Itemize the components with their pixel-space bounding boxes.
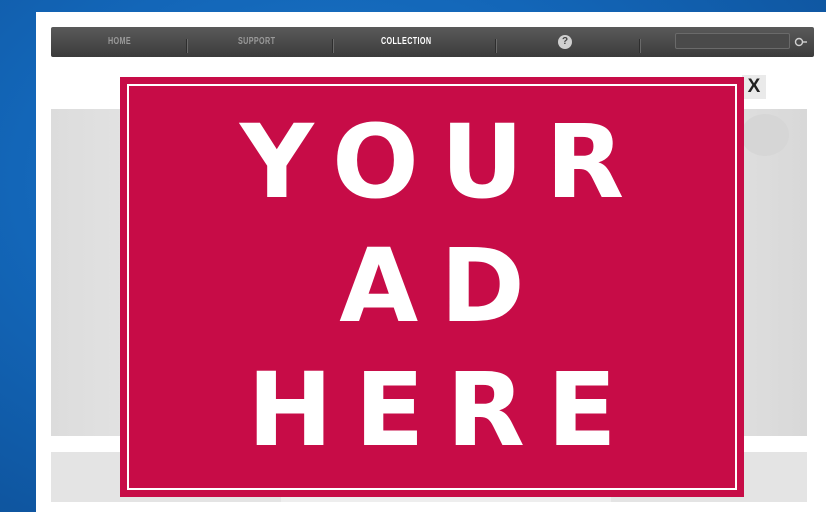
ad-popup[interactable]: YOUR AD HERE xyxy=(120,77,744,497)
hero-decoration xyxy=(741,114,789,156)
ad-inner-frame: YOUR AD HERE xyxy=(127,84,737,490)
nav-item-collection[interactable]: COLLECTION xyxy=(381,27,431,57)
nav-divider xyxy=(639,39,640,53)
ad-text-line: YOUR xyxy=(239,103,647,222)
ad-text-line: AD xyxy=(339,227,547,346)
nav-divider xyxy=(495,39,496,53)
ad-text-line: HERE xyxy=(247,351,639,470)
nav-item-support[interactable]: SUPPORT xyxy=(238,27,275,57)
top-navigation-bar: HOME SUPPORT COLLECTION ? xyxy=(51,27,814,57)
nav-item-home[interactable]: HOME xyxy=(108,27,131,57)
close-ad-button[interactable]: X xyxy=(742,75,766,99)
help-icon[interactable]: ? xyxy=(558,35,572,49)
nav-divider xyxy=(186,39,187,53)
website-page: HOME SUPPORT COLLECTION ? X YOUR AD HERE xyxy=(36,12,826,512)
search-icon[interactable] xyxy=(794,35,808,49)
search-input[interactable] xyxy=(675,33,790,49)
close-icon: X xyxy=(747,76,761,97)
nav-divider xyxy=(332,39,333,53)
